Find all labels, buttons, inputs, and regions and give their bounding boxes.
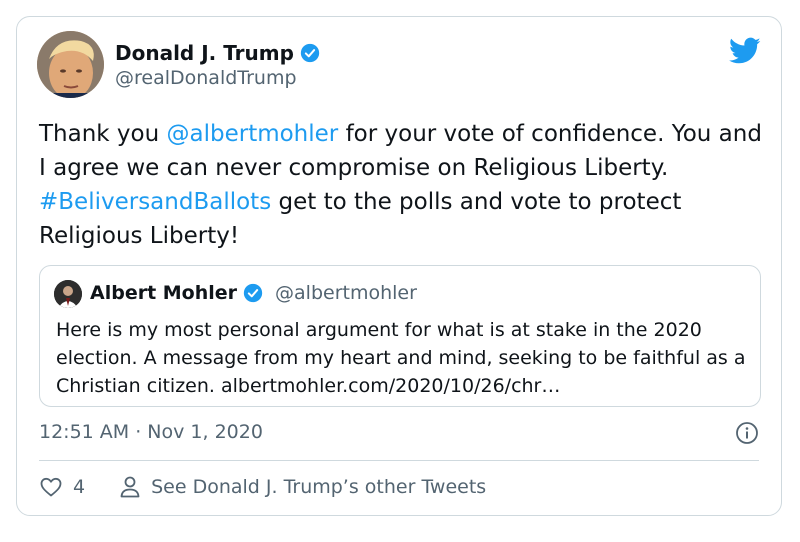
- person-icon: [120, 476, 140, 498]
- twitter-bird-icon[interactable]: [729, 37, 761, 65]
- author-name[interactable]: Donald J. Trump: [115, 41, 294, 65]
- info-icon[interactable]: [735, 421, 759, 445]
- quoted-tweet[interactable]: Albert Mohler @albertmohler Here is my m…: [39, 265, 761, 407]
- tweet-text: Thank you @albertmohler for your vote of…: [39, 117, 769, 253]
- author-name-row[interactable]: Donald J. Trump: [115, 41, 320, 65]
- tweet-text-segment: Thank you: [39, 121, 167, 147]
- author-avatar[interactable]: [37, 31, 104, 98]
- hashtag-link[interactable]: #BeliversandBallots: [39, 189, 271, 215]
- other-tweets-label: See Donald J. Trump’s other Tweets: [151, 476, 487, 498]
- divider: [39, 460, 759, 461]
- author-handle[interactable]: @realDonaldTrump: [115, 67, 297, 89]
- quote-header: Albert Mohler @albertmohler: [90, 282, 417, 304]
- like-count: 4: [73, 476, 86, 498]
- like-button[interactable]: 4: [39, 475, 119, 499]
- verified-badge-icon: [300, 43, 320, 63]
- other-tweets-link[interactable]: See Donald J. Trump’s other Tweets: [119, 475, 486, 499]
- heart-icon: [40, 477, 62, 497]
- timestamp[interactable]: 12:51 AM · Nov 1, 2020: [39, 421, 263, 443]
- quote-author-name: Albert Mohler: [90, 282, 238, 304]
- quote-text: Here is my most personal argument for wh…: [56, 319, 746, 397]
- quote-author-handle: @albertmohler: [275, 282, 417, 304]
- quote-author-avatar: [54, 280, 82, 308]
- verified-badge-icon: [243, 283, 263, 303]
- tweet-card: Donald J. Trump @realDonaldTrump Thank y…: [16, 16, 782, 516]
- tweet-footer: 4 See Donald J. Trump’s other Tweets: [39, 475, 486, 499]
- mention-link[interactable]: @albertmohler: [167, 121, 339, 147]
